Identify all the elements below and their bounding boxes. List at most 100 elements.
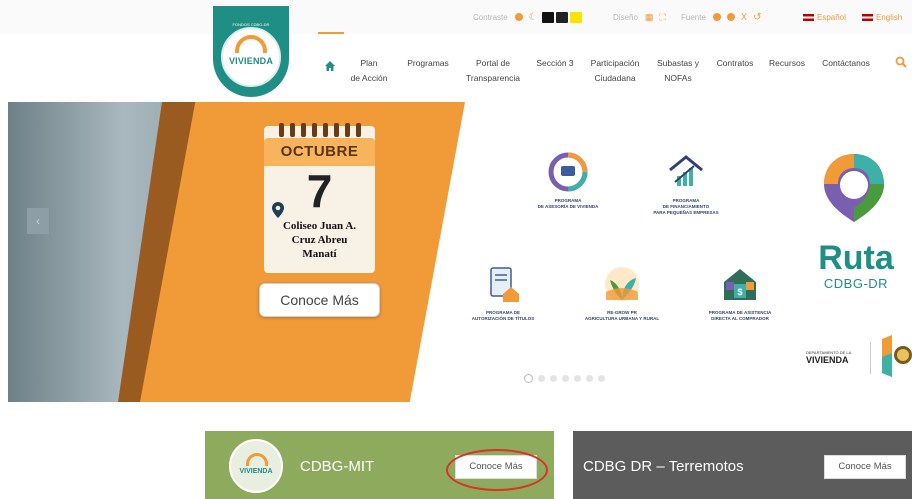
contrast-label: Contraste	[473, 12, 508, 22]
search-icon[interactable]	[895, 56, 907, 68]
nav-recursos-label: Recursos	[769, 58, 805, 68]
flag-us-icon	[862, 13, 873, 21]
nav-active-indicator	[318, 32, 344, 34]
program-financiamiento[interactable]: PROGRAMA DE FINANCIAMIENTO PARA PEQUEÑAS…	[638, 152, 734, 216]
flag-pr-icon	[803, 13, 814, 21]
program-financiamiento-l3: PARA PEQUEÑAS EMPRESAS	[653, 210, 719, 215]
ruta-subtitle: CDBG-DR	[823, 276, 889, 291]
event-place-line1: Coliseo Juan A.	[282, 220, 357, 232]
nav-seccion-label: Sección 3	[536, 58, 574, 68]
nav-programas-label: Programas	[407, 58, 449, 68]
program-asesoria-l2: DE ASESORÍA DE VIVIENDA	[537, 204, 599, 209]
hero-conoce-mas-button[interactable]: Conoce Más	[259, 283, 380, 317]
font-size-icon[interactable]: Ⅹ	[741, 12, 747, 23]
program-autorizacion-titulos[interactable]: PROGRAMA DE AUTORIZACIÓN DE TÍTULOS	[458, 264, 548, 322]
house-money-icon: $	[724, 269, 756, 300]
event-month: OCTUBRE	[280, 143, 359, 160]
card-logo-arc-icon	[246, 453, 268, 466]
nav-portal-line2: Transparencia	[465, 73, 521, 83]
government-seal-icon	[882, 335, 912, 377]
nav-recursos[interactable]: Recursos	[764, 56, 810, 71]
ruta-word: Ruta	[818, 239, 894, 277]
nav-participacion-line2: Ciudadana	[594, 73, 636, 83]
font-decrease-icon[interactable]	[712, 13, 721, 21]
slider-prev-arrow-icon[interactable]: ‹	[27, 208, 49, 234]
font-label: Fuente	[681, 12, 706, 22]
agriculture-leaf-icon	[605, 267, 639, 301]
ruta-pin-icon	[824, 154, 884, 222]
contrast-dark-icon[interactable]	[541, 11, 554, 23]
slider-dot-5[interactable]	[574, 375, 581, 382]
contrast-moon-icon[interactable]: ☾	[529, 12, 538, 23]
slider-dot-4[interactable]	[562, 375, 569, 382]
program-regrow-pr[interactable]: RE-GROW PR AGRICULTURA URBANA Y RURAL	[566, 264, 678, 322]
dept-big-text: VIVIENDA	[806, 355, 849, 365]
design-controls: Diseño ▦ ⛶	[613, 10, 669, 24]
nav-portal-transparencia[interactable]: Portal de Transparencia	[460, 56, 526, 86]
card-logo-word: VIVIENDA	[239, 468, 273, 475]
design-label: Diseño	[613, 12, 638, 22]
contrast-yellow-icon[interactable]	[569, 11, 582, 23]
nav-plan-line2: de Acción	[350, 73, 388, 83]
design-grid-icon[interactable]: ▦	[645, 12, 654, 23]
nav-subastas-line1: Subastas y	[656, 58, 700, 68]
house-chart-icon	[669, 155, 703, 186]
nav-plan-line1: Plan	[360, 58, 378, 68]
nav-plan-de-accion[interactable]: Plan de Acción	[344, 56, 394, 86]
card-dr-title: CDBG DR – Terremotos	[583, 458, 744, 475]
dept-separator	[870, 342, 871, 374]
card-dr-conoce-mas-button[interactable]: Conoce Más	[824, 455, 906, 479]
lang-spanish-label: Español	[817, 12, 846, 22]
utility-bar: Contraste ☾ Diseño ▦ ⛶ Fuente Ⅹ ↺ Españo…	[0, 0, 912, 34]
dept-vivienda-logo: DEPARTAMENTO DE LA VIVIENDA	[806, 350, 866, 365]
nav-participacion-ciudadana[interactable]: Participación Ciudadana	[584, 56, 646, 86]
nav-contratos[interactable]: Contratos	[710, 56, 760, 71]
card-mit-title: CDBG-MIT	[300, 458, 375, 475]
lang-spanish[interactable]: Español	[803, 10, 846, 24]
design-expand-icon[interactable]: ⛶	[659, 12, 665, 23]
slider-dot-7[interactable]	[598, 375, 605, 382]
site-logo[interactable]: FONDOS CDBG-DR VIVIENDA	[213, 6, 289, 97]
nav-subastas-line2: NOFAs	[664, 73, 692, 83]
nav-participacion-line1: Participación	[590, 58, 640, 68]
nav-seccion-3[interactable]: Sección 3	[531, 56, 579, 71]
logo-word: VIVIENDA	[228, 56, 274, 66]
nav-contactanos-label: Contáctanos	[822, 58, 870, 68]
font-controls: Fuente Ⅹ ↺	[681, 10, 764, 24]
slider-pagination	[524, 374, 605, 383]
title-document-icon	[490, 267, 519, 302]
font-reset-icon[interactable]: ↺	[753, 12, 761, 23]
event-place-line2: Cruz Abreu	[291, 234, 348, 246]
lang-english-label: English	[876, 12, 903, 22]
event-place: Coliseo Juan A. Cruz Abreu Manatí	[266, 219, 373, 261]
event-calendar: OCTUBRE 7 Coliseo Juan A. Cruz Abreu Man…	[264, 123, 375, 273]
event-place-line3: Manatí	[302, 248, 337, 260]
highlight-annotation-circle	[446, 449, 548, 491]
program-titulos-l2: AUTORIZACIÓN DE TÍTULOS	[471, 316, 535, 321]
nav-subastas-nofas[interactable]: Subastas y NOFAs	[652, 56, 704, 86]
contrast-controls: Contraste ☾	[473, 10, 583, 24]
slider-dot-1[interactable]	[524, 374, 533, 383]
calendar-rings-icon	[264, 123, 375, 137]
svg-text:$: $	[737, 287, 742, 297]
counseling-chat-icon	[548, 152, 588, 192]
hero-slider: ‹ OCTUBRE 7 Coliseo Juan A. Cruz Abreu M…	[0, 102, 912, 402]
program-regrow-l2: AGRICULTURA URBANA Y RURAL	[584, 316, 660, 321]
nav-portal-line1: Portal de	[475, 58, 511, 68]
program-comprador-l2: DIRECTA AL COMPRADOR	[711, 316, 769, 321]
card-mit-logo: VIVIENDA	[229, 439, 283, 493]
slider-dot-2[interactable]	[538, 375, 545, 382]
slider-dot-6[interactable]	[586, 375, 593, 382]
program-asesoria-vivienda[interactable]: PROGRAMA DE ASESORÍA DE VIVIENDA	[520, 152, 616, 210]
lang-english[interactable]: English	[862, 10, 902, 24]
font-increase-icon[interactable]	[726, 13, 735, 21]
nav-contactanos[interactable]: Contáctanos	[815, 56, 877, 71]
nav-programas[interactable]: Programas	[401, 56, 455, 71]
program-asistencia-comprador[interactable]: $ PROGRAMA DE ASISTENCIA DIRECTA AL COMP…	[692, 264, 788, 322]
home-icon[interactable]	[324, 60, 336, 72]
slider-dot-3[interactable]	[550, 375, 557, 382]
contrast-invert-icon[interactable]	[555, 11, 568, 23]
contrast-default-icon[interactable]	[514, 13, 523, 21]
card-cdbg-dr-terremotos: CDBG DR – Terremotos Conoce Más	[573, 431, 912, 499]
location-pin-icon	[272, 202, 284, 218]
